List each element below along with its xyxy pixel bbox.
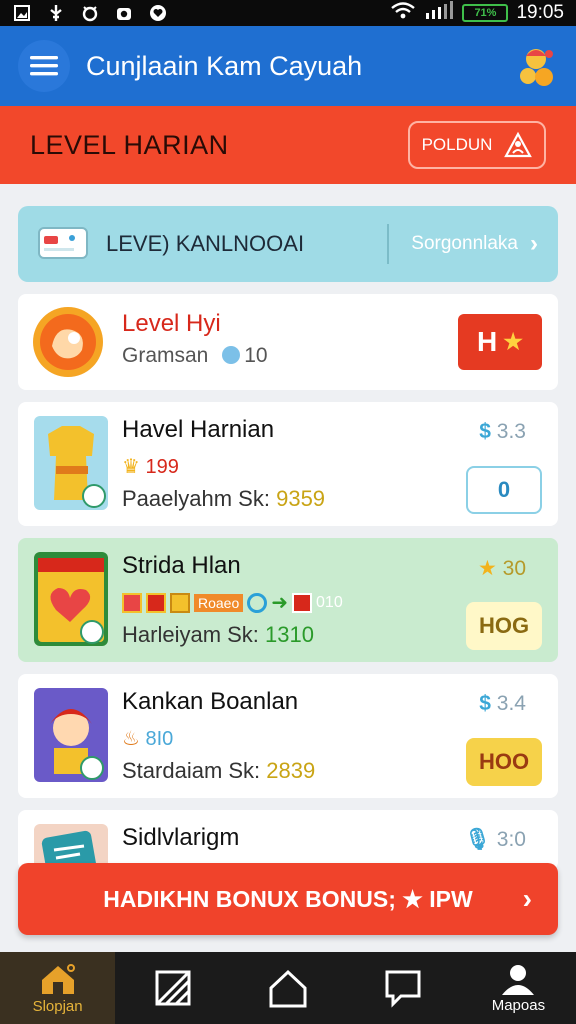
star-icon: ★ [477, 557, 497, 580]
card-icon [38, 224, 90, 265]
layers-icon [155, 970, 191, 1006]
gift-box-icon [122, 592, 142, 613]
card-subtitle: Gramsan [122, 344, 209, 367]
chevron-right-icon: › [522, 883, 532, 914]
card-price: ★ 30 [477, 557, 526, 580]
nav-item-home[interactable]: Slopjan [0, 952, 116, 1024]
nav-label: Slopjan [32, 997, 83, 1015]
level-badge-button[interactable]: H ★ [458, 314, 542, 370]
clock: 19:05 [516, 2, 564, 23]
task-card[interactable]: Strida Hlan Roaeo ➜ 010 Harleiyam Sk: 13… [18, 538, 558, 662]
level-action-label: POLDUN [421, 135, 493, 154]
image-notification-icon [12, 3, 32, 23]
wifi-icon [390, 1, 416, 25]
gift-box-icon [170, 592, 190, 613]
character-thumbnail-icon [34, 688, 108, 782]
nav-label: Mapoas [491, 996, 546, 1014]
nav-item-house[interactable] [230, 952, 345, 1024]
heart-notification-icon [148, 3, 168, 23]
fox-avatar-icon [32, 306, 104, 378]
task-card[interactable]: Havel Harnian ♛ 199 Paaelyahm Sk: 9359 $… [18, 402, 558, 526]
card-line: ♨ 8I0 [122, 728, 174, 750]
card-title: Sidlvlarigm [122, 824, 240, 851]
person-warning-icon [504, 131, 533, 158]
dollar-icon: $ [479, 692, 491, 715]
mic-icon: 🎙 [464, 828, 491, 851]
card-title: Strida Hlan [122, 552, 241, 579]
tag-chip: Roaeo [194, 593, 244, 612]
info-divider [387, 224, 390, 264]
chat-icon [385, 970, 421, 1008]
card-count: 10 [244, 344, 268, 367]
level-card[interactable]: Level Hyi Gramsan 10 H ★ [18, 294, 558, 390]
profile-icon [502, 964, 535, 995]
gift-thumbnail-icon [34, 552, 108, 646]
task-card[interactable]: Sidlvlarigm 🎙 3:0 [18, 810, 558, 870]
card-title: Havel Harnian [122, 416, 275, 443]
card-sub: Harleiyam Sk: 1310 [122, 622, 314, 647]
info-row[interactable]: LEVE) KANLNOOAI Sorgonnlaka › [18, 206, 558, 282]
app-bar: Cunjlaain Kam Cayuah [0, 26, 576, 106]
card-tags-row: Roaeo ➜ 010 [122, 590, 343, 615]
home-icon [41, 963, 75, 994]
camera-notification-icon [114, 3, 134, 23]
status-bar: 71% 19:05 [0, 0, 576, 26]
shirt-thumbnail-icon [34, 416, 108, 510]
bottom-nav: Slopjan Mapoas [0, 952, 576, 1024]
task-card[interactable]: Kankan Boanlan ♨ 8I0 Stardaiam Sk: 2839 … [18, 674, 558, 798]
tag-suffix: 010 [316, 593, 343, 611]
app-title: Cunjlaain Kam Cayuah [86, 50, 363, 81]
card-subtitle-row: Gramsan 10 [122, 344, 268, 368]
card-price: $ 3.4 [479, 692, 526, 715]
level-action-button[interactable]: POLDUN [408, 121, 546, 169]
hamburger-icon [30, 56, 58, 76]
bonus-button[interactable]: HADIKHN BONUX BONUS; ★ IPW › [18, 863, 558, 935]
card-line: ♛ 199 [122, 456, 179, 478]
card-action-button[interactable]: HOO [466, 738, 542, 786]
crown-icon: ♛ [122, 456, 140, 478]
level-banner: LEVEL HARIAN POLDUN [0, 106, 576, 184]
usb-notification-icon [46, 3, 66, 23]
chevron-right-icon: › [530, 230, 538, 257]
drop-icon [222, 346, 241, 364]
card-sub: Paaelyahm Sk: 9359 [122, 486, 326, 511]
nav-item-layers[interactable] [115, 952, 230, 1024]
gift-box-icon [146, 592, 166, 613]
dollar-icon: $ [479, 420, 491, 443]
gift-box-icon [292, 592, 313, 613]
house-outline-icon [269, 969, 307, 1008]
refresh-icon [247, 592, 268, 613]
card-price: 🎙 3:0 [464, 828, 526, 851]
user-badge-icon[interactable] [514, 44, 558, 88]
card-sub: Stardaiam Sk: 2839 [122, 758, 316, 783]
nav-item-profile[interactable]: Mapoas [461, 952, 576, 1024]
nav-item-chat[interactable] [346, 952, 461, 1024]
badge-label: H [477, 326, 498, 357]
card-price: $ 3.3 [479, 420, 526, 443]
flame-icon: ♨ [122, 728, 140, 750]
info-label: LEVE) KANLNOOAI [106, 231, 305, 256]
star-icon: ★ [503, 329, 523, 354]
bonus-label: HADIKHN BONUX BONUS; ★ IPW [103, 885, 473, 912]
menu-button[interactable] [18, 40, 70, 92]
card-title: Kankan Boanlan [122, 688, 299, 715]
card-title: Level Hyi [122, 310, 221, 337]
battery-icon: 71% [462, 4, 509, 22]
card-action-button[interactable]: HOG [466, 602, 542, 650]
level-title: LEVEL HARIAN [30, 129, 229, 160]
card-action-button[interactable]: 0 [466, 466, 542, 514]
signal-icon [424, 1, 454, 25]
bug-notification-icon [80, 3, 100, 23]
arrow-right-icon: ➜ [271, 592, 289, 614]
info-link[interactable]: Sorgonnlaka [411, 233, 518, 255]
